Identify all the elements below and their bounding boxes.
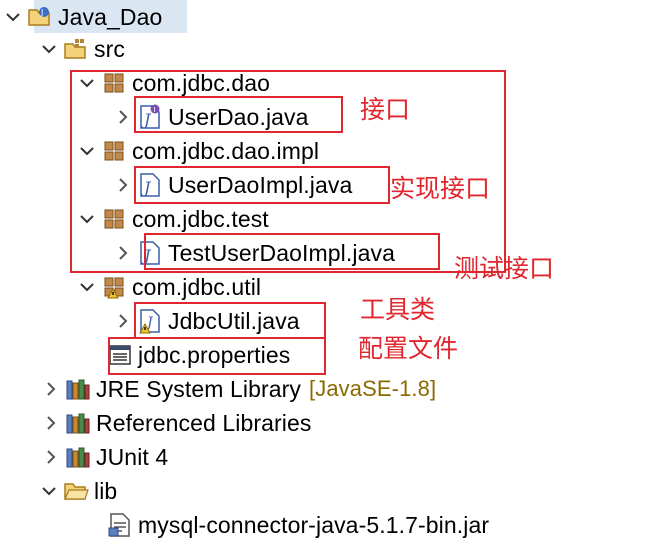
mysql-jar-label: mysql-connector-java-5.1.7-bin.jar bbox=[138, 512, 490, 538]
package-warning-icon bbox=[100, 273, 128, 301]
java-project-icon: J bbox=[26, 3, 54, 31]
highlight-box-jdbcutil bbox=[134, 302, 326, 339]
pkg-util-label: com.jdbc.util bbox=[132, 274, 262, 300]
jre-version-decoration: [JavaSE-1.8] bbox=[309, 376, 437, 401]
junit-label: JUnit 4 bbox=[96, 444, 169, 470]
chevron-down-icon[interactable] bbox=[40, 32, 58, 66]
annotation-test: 测试接口 bbox=[454, 254, 555, 283]
tree-item-lib[interactable]: lib bbox=[40, 474, 117, 508]
source-folder-icon bbox=[62, 35, 90, 63]
chevron-right-icon[interactable] bbox=[42, 372, 60, 406]
chevron-right-icon[interactable] bbox=[114, 304, 132, 338]
project-label: Java_Dao bbox=[58, 4, 163, 30]
svg-text:J: J bbox=[40, 8, 43, 17]
tree-item-pkg-util[interactable]: com.jdbc.util bbox=[78, 270, 261, 304]
highlight-box-userdao bbox=[134, 96, 343, 133]
tree-item-mysql-jar[interactable]: mysql-connector-java-5.1.7-bin.jar bbox=[106, 508, 489, 542]
jre-label: JRE System Library bbox=[96, 376, 302, 402]
chevron-down-icon[interactable] bbox=[4, 0, 22, 34]
chevron-right-icon[interactable] bbox=[42, 406, 60, 440]
jar-file-icon bbox=[106, 511, 134, 539]
library-icon bbox=[64, 375, 92, 403]
src-label: src bbox=[94, 36, 125, 62]
highlight-box-testuserdaoimpl bbox=[144, 233, 440, 270]
chevron-right-icon[interactable] bbox=[42, 440, 60, 474]
reflibs-label: Referenced Libraries bbox=[96, 410, 312, 436]
library-icon bbox=[64, 443, 92, 471]
tree-item-project[interactable]: J Java_Dao bbox=[4, 0, 187, 34]
highlight-box-userdaoimpl bbox=[134, 166, 390, 204]
chevron-down-icon[interactable] bbox=[78, 270, 96, 304]
tree-item-referenced-libraries[interactable]: Referenced Libraries bbox=[42, 406, 312, 440]
library-icon bbox=[64, 409, 92, 437]
annotation-tool: 工具类 bbox=[360, 295, 436, 324]
folder-icon bbox=[62, 477, 90, 505]
tree-item-src[interactable]: src bbox=[40, 32, 125, 66]
lib-label: lib bbox=[94, 478, 118, 504]
annotation-implement: 实现接口 bbox=[390, 174, 491, 203]
highlight-box-properties bbox=[108, 337, 326, 375]
tree-item-jre-library[interactable]: JRE System Library [JavaSE-1.8] bbox=[42, 372, 436, 406]
chevron-down-icon[interactable] bbox=[40, 474, 58, 508]
tree-item-junit[interactable]: JUnit 4 bbox=[42, 440, 168, 474]
annotation-interface: 接口 bbox=[360, 95, 411, 124]
annotation-config: 配置文件 bbox=[358, 334, 459, 363]
